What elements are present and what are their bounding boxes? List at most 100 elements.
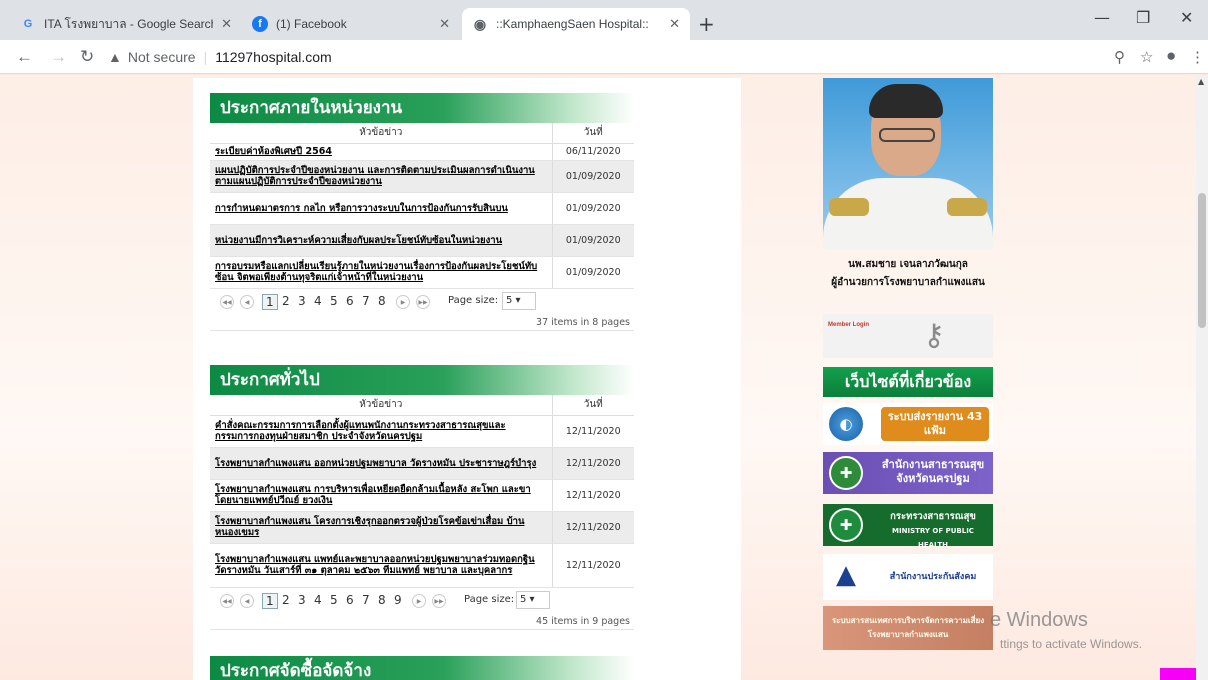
- provincial-health-office-banner[interactable]: ✚ สำนักงานสาธารณสุข จังหวัดนครปฐม: [823, 452, 993, 494]
- news-link[interactable]: การกำหนดมาตรการ กลไก หรือการวางระบบในการ…: [210, 192, 552, 225]
- news-link[interactable]: การอบรมหรือแลกเปลี่ยนเรียนรู้ภายในหน่วยง…: [210, 256, 552, 289]
- moph-emblem-icon: ✚: [829, 508, 863, 542]
- news-link[interactable]: โรงพยาบาลกำแพงแสน ออกหน่วยปฐมพยาบาล วัดร…: [210, 447, 552, 480]
- menu-icon[interactable]: ⋮: [1190, 48, 1205, 66]
- minimize-icon[interactable]: —: [1094, 8, 1110, 27]
- tab-title: ::KamphaengSaen Hospital::: [496, 17, 649, 31]
- page-number-current[interactable]: 1: [262, 592, 278, 609]
- moph-emblem-icon: ✚: [829, 456, 863, 490]
- address-bar[interactable]: ▲ Not secure | 11297hospital.com: [108, 45, 1108, 69]
- table-row: หน่วยงานมีการวิเคราะห์ความเสี่ยงกับผลประ…: [210, 224, 634, 257]
- next-page-icon[interactable]: ▶: [396, 294, 410, 309]
- close-icon[interactable]: ✕: [439, 16, 450, 32]
- member-login-banner[interactable]: Member Login ⚷: [823, 314, 993, 358]
- news-date: 01/09/2020: [551, 160, 634, 193]
- prev-page-icon[interactable]: ◀: [240, 294, 254, 309]
- news-date: 12/11/2020: [551, 479, 634, 512]
- sso-logo-icon: ▲: [836, 560, 856, 590]
- globe-icon: ◉: [473, 15, 487, 32]
- page-number[interactable]: 5: [330, 593, 338, 607]
- news-date: 12/11/2020: [551, 415, 634, 448]
- close-icon[interactable]: ✕: [221, 16, 232, 32]
- page-number[interactable]: 6: [346, 593, 354, 607]
- next-page-icon[interactable]: ▶: [412, 593, 426, 608]
- page-number[interactable]: 8: [378, 593, 386, 607]
- director-caption: นพ.สมชาย เจนลาภวัฒนกุล ผู้อำนวยการโรงพยา…: [823, 256, 993, 292]
- page-content: ประกาศภายในหน่วยงาน หัวข้อข่าว วันที่ ระ…: [0, 75, 1196, 680]
- tab-facebook[interactable]: f (1) Facebook ✕: [242, 8, 460, 40]
- page-number-current[interactable]: 1: [262, 293, 278, 310]
- page-size-select[interactable]: 5 ▾: [502, 291, 536, 310]
- last-page-icon[interactable]: ▶▶: [432, 593, 446, 608]
- page-scrollbar[interactable]: ▲: [1196, 75, 1208, 680]
- banner-label: สำนักงานประกันสังคม: [889, 572, 977, 582]
- glasses-shape: [879, 128, 935, 142]
- news-link[interactable]: โรงพยาบาลกำแพงแสน โครงการเชิงรุกออกตรวจผ…: [210, 511, 552, 544]
- news-date: 12/11/2020: [551, 543, 634, 588]
- pager: ◀◀ ◀ 1 2 3 4 5 6 7 8 9 ▶ ▶▶ Page size: 5…: [210, 588, 634, 630]
- first-page-icon[interactable]: ◀◀: [220, 294, 234, 309]
- restore-icon[interactable]: ❐: [1136, 8, 1150, 27]
- news-link[interactable]: โรงพยาบาลกำแพงแสน แพทย์และพยาบาลออกหน่วย…: [210, 543, 552, 588]
- profile-icon[interactable]: ●: [1166, 46, 1176, 66]
- social-security-banner[interactable]: ▲ สำนักงานประกันสังคม: [823, 554, 993, 600]
- new-tab-icon[interactable]: +: [698, 12, 715, 36]
- news-link[interactable]: ระเบียบค่าห้องพิเศษปี 2564: [210, 143, 552, 161]
- page-number[interactable]: 7: [362, 593, 370, 607]
- page-number[interactable]: 6: [346, 294, 354, 308]
- page-number[interactable]: 2: [282, 593, 290, 607]
- scroll-up-icon[interactable]: ▲: [1198, 77, 1204, 86]
- news-link[interactable]: โรงพยาบาลกำแพงแสน การบริหารเพื่อเหยียดยื…: [210, 479, 552, 512]
- page-number[interactable]: 8: [378, 294, 386, 308]
- page-number[interactable]: 7: [362, 294, 370, 308]
- back-icon[interactable]: ←: [16, 47, 33, 67]
- reload-icon[interactable]: ↻: [80, 47, 94, 67]
- banner-label: สำนักงานสาธารณสุข จังหวัดนครปฐม: [881, 458, 985, 485]
- section-title: ประกาศทั่วไป: [210, 365, 634, 395]
- page-number[interactable]: 3: [298, 294, 306, 308]
- news-date: 12/11/2020: [551, 511, 634, 544]
- news-link[interactable]: หน่วยงานมีการวิเคราะห์ความเสี่ยงกับผลประ…: [210, 224, 552, 257]
- pink-overlay-box: [1160, 668, 1196, 680]
- column-header-title: หัวข้อข่าว: [210, 123, 552, 144]
- tab-title: ITA โรงพยาบาล - Google Search: [44, 16, 214, 31]
- scrollbar-thumb[interactable]: [1198, 193, 1206, 328]
- page-number[interactable]: 2: [282, 294, 290, 308]
- star-icon[interactable]: ☆: [1140, 48, 1153, 66]
- sidebar: นพ.สมชาย เจนลาภวัฒนกุล ผู้อำนวยการโรงพยา…: [823, 78, 1009, 680]
- director-name: นพ.สมชาย เจนลาภวัฒนกุล: [848, 259, 968, 270]
- zoom-icon[interactable]: ⚲: [1114, 48, 1125, 66]
- general-announcements: ประกาศทั่วไป หัวข้อข่าว วันที่ คำสั่งคณะ…: [210, 365, 634, 630]
- forward-icon[interactable]: →: [50, 47, 67, 67]
- page-number[interactable]: 3: [298, 593, 306, 607]
- page-number[interactable]: 9: [394, 593, 402, 607]
- table-row: การกำหนดมาตรการ กลไก หรือการวางระบบในการ…: [210, 192, 634, 225]
- page-number[interactable]: 5: [330, 294, 338, 308]
- browser-tab-bar: G ITA โรงพยาบาล - Google Search ✕ f (1) …: [0, 0, 1208, 40]
- table-row: โรงพยาบาลกำแพงแสน แพทย์และพยาบาลออกหน่วย…: [210, 543, 634, 588]
- last-page-icon[interactable]: ▶▶: [416, 294, 430, 309]
- prev-page-icon[interactable]: ◀: [240, 593, 254, 608]
- table-row: โรงพยาบาลกำแพงแสน การบริหารเพื่อเหยียดยื…: [210, 479, 634, 512]
- news-link[interactable]: คำสั่งคณะกรรมการการเลือกตั้งผู้แทนพนักงา…: [210, 415, 552, 448]
- report-system-banner[interactable]: ◐ ระบบส่งรายงาน 43 แฟ้ม: [823, 403, 993, 445]
- page-number[interactable]: 4: [314, 593, 322, 607]
- google-icon: G: [23, 18, 33, 30]
- news-link[interactable]: แผนปฏิบัติการประจำปีของหน่วยงาน และการติ…: [210, 160, 552, 193]
- warning-icon: ▲: [108, 49, 122, 65]
- risk-management-banner[interactable]: ระบบสารสนเทศการบริหารจัดการความเสี่ยง โร…: [823, 606, 993, 650]
- tab-google-search[interactable]: G ITA โรงพยาบาล - Google Search ✕: [10, 8, 242, 40]
- divider: |: [203, 49, 208, 65]
- tab-kamphaengsaen[interactable]: ◉ ::KamphaengSaen Hospital:: ✕: [462, 8, 690, 40]
- close-window-icon[interactable]: ✕: [1180, 8, 1193, 27]
- page-number[interactable]: 4: [314, 294, 322, 308]
- browser-toolbar: ← → ↻ ▲ Not secure | 11297hospital.com ⚲…: [0, 40, 1208, 74]
- watermark-line2: ttings to activate Windows.: [1000, 637, 1143, 651]
- news-date: 01/09/2020: [551, 192, 634, 225]
- first-page-icon[interactable]: ◀◀: [220, 593, 234, 608]
- epaulet-right: [947, 198, 987, 216]
- close-icon[interactable]: ✕: [669, 16, 680, 32]
- ministry-public-health-banner[interactable]: ✚ กระทรวงสาธารณสุข MINISTRY OF PUBLIC HE…: [823, 504, 993, 549]
- page-size-select[interactable]: 5 ▾: [516, 590, 550, 609]
- news-date: 01/09/2020: [551, 224, 634, 257]
